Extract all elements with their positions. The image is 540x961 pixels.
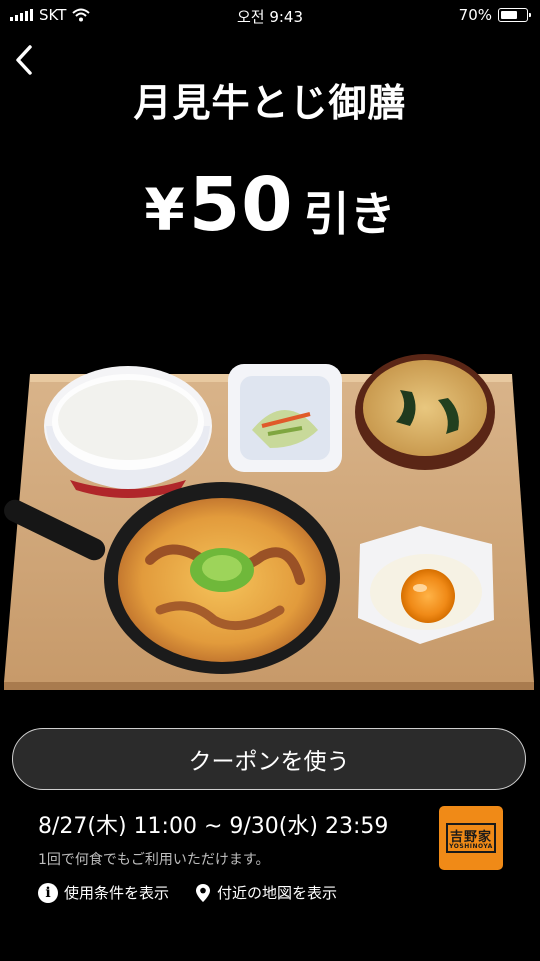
show-map-label: 付近の地図を表示	[217, 884, 338, 902]
logo-roman: YOSHINOYA	[449, 843, 493, 850]
discount-suffix: 引き	[303, 187, 396, 241]
discount-label: ¥ 50 引き	[0, 162, 540, 248]
info-icon: i	[38, 882, 58, 903]
status-bar: SKT 오전 9:43 70%	[0, 0, 540, 30]
status-right: 70%	[458, 6, 531, 24]
battery-percent: 70%	[458, 6, 492, 24]
location-pin-icon	[196, 883, 211, 902]
show-terms-label: 使用条件を表示	[64, 884, 170, 902]
discount-currency: ¥	[144, 176, 185, 244]
usage-note: 1回で何食でもご利用いただけます。	[38, 852, 270, 868]
show-map-link[interactable]: 付近の地図を表示	[195, 882, 337, 903]
show-terms-link[interactable]: i 使用条件を表示	[38, 882, 169, 903]
battery-icon	[498, 8, 531, 22]
validity-period: 8/27(木) 11:00 ~ 9/30(水) 23:59	[38, 814, 389, 839]
coupon-title: 月見牛とじ御膳	[133, 81, 407, 125]
links-row: i 使用条件を表示 付近の地図を表示	[38, 882, 337, 903]
use-coupon-button[interactable]: クーポンを使う	[12, 728, 526, 790]
discount-amount: 50	[188, 162, 294, 248]
yoshinoya-logo: 吉野家 YOSHINOYA	[439, 806, 503, 870]
logo-frame: 吉野家 YOSHINOYA	[446, 823, 496, 853]
food-photo	[4, 354, 534, 690]
